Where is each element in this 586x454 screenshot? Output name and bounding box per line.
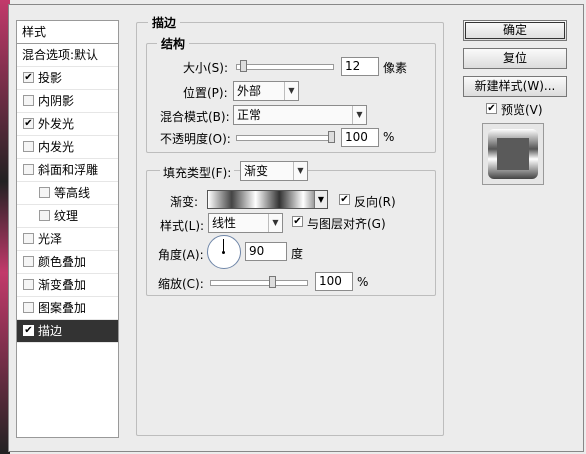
new-style-button[interactable]: 新建样式(W)...: [463, 76, 567, 97]
opacity-input[interactable]: 100: [341, 128, 379, 147]
fill-type-label: 填充类型(F):: [160, 164, 235, 181]
style-item-label: 等高线: [54, 186, 91, 200]
preview-label[interactable]: 预览(V): [501, 101, 543, 118]
style-item-checkbox[interactable]: [23, 302, 34, 313]
chevron-down-icon: ▼: [268, 214, 282, 232]
style-preview-thumbnail: [482, 123, 544, 185]
styles-list-header[interactable]: 样式: [17, 21, 118, 44]
preview-fill-shape: [497, 138, 529, 170]
style-label: 样式(L):: [160, 219, 205, 233]
blend-mode-select[interactable]: 正常 ▼: [233, 105, 367, 125]
opacity-slider[interactable]: [236, 131, 335, 143]
style-item-label: 内阴影: [38, 94, 75, 108]
size-unit: 像素: [383, 61, 408, 75]
angle-label: 角度(A):: [158, 248, 204, 262]
style-item-checkbox[interactable]: [23, 141, 34, 152]
style-item-checkbox[interactable]: ✔: [23, 325, 34, 336]
blend-mode-select-value: 正常: [237, 108, 262, 122]
gradient-label: 渐变:: [170, 195, 199, 209]
style-item[interactable]: 内阴影: [17, 90, 118, 113]
style-item-checkbox[interactable]: [39, 210, 50, 221]
style-item[interactable]: ✔ 描边: [17, 320, 118, 343]
style-item-checkbox[interactable]: [23, 233, 34, 244]
style-item[interactable]: 纹理: [17, 205, 118, 228]
style-item-label: 斜面和浮雕: [38, 163, 99, 177]
style-item[interactable]: ✔ 投影: [17, 67, 118, 90]
opacity-unit: %: [383, 130, 395, 144]
structure-title: 结构: [157, 35, 190, 52]
style-select[interactable]: 线性 ▼: [208, 213, 283, 233]
style-item-label: 光泽: [38, 232, 63, 246]
style-item[interactable]: 光泽: [17, 228, 118, 251]
style-item-checkbox[interactable]: [23, 95, 34, 106]
angle-dial[interactable]: [207, 235, 241, 269]
reverse-checkbox[interactable]: ✔: [339, 194, 350, 205]
style-item-label: 描边: [38, 324, 63, 338]
size-input[interactable]: 12: [341, 57, 379, 76]
scale-input[interactable]: 100: [315, 272, 353, 291]
style-item[interactable]: 斜面和浮雕: [17, 159, 118, 182]
gradient-picker[interactable]: ▼: [207, 190, 328, 209]
style-item[interactable]: 内发光: [17, 136, 118, 159]
style-item-label: 渐变叠加: [38, 278, 87, 292]
style-item-label: 颜色叠加: [38, 255, 87, 269]
angle-input[interactable]: 90: [245, 242, 287, 261]
ok-button[interactable]: 确定: [463, 20, 567, 41]
position-label: 位置(P):: [183, 86, 228, 100]
fill-type-select-value: 渐变: [244, 164, 269, 178]
chevron-down-icon: ▼: [352, 106, 366, 124]
angle-dial-center: [222, 251, 225, 254]
chevron-down-icon: ▼: [293, 162, 307, 180]
style-item-checkbox[interactable]: [23, 164, 34, 175]
style-item-checkbox[interactable]: ✔: [23, 118, 34, 129]
style-item-label: 外发光: [38, 117, 75, 131]
opacity-label: 不透明度(O):: [160, 132, 231, 146]
style-item-checkbox[interactable]: [39, 187, 50, 198]
angle-unit: 度: [291, 247, 304, 261]
style-item[interactable]: 图案叠加: [17, 297, 118, 320]
size-slider[interactable]: [236, 60, 334, 72]
chevron-down-icon[interactable]: ▼: [314, 191, 327, 208]
stroke-title: 描边: [148, 14, 181, 31]
style-item[interactable]: 颜色叠加: [17, 251, 118, 274]
align-with-layer-checkbox[interactable]: ✔: [292, 216, 303, 227]
style-item-checkbox[interactable]: [23, 279, 34, 290]
style-item-checkbox[interactable]: ✔: [23, 72, 34, 83]
blend-mode-label: 混合模式(B):: [160, 110, 230, 124]
style-item-checkbox[interactable]: [23, 256, 34, 267]
chevron-down-icon: ▼: [284, 82, 298, 100]
layer-style-dialog: 样式 混合选项:默认 ✔ 投影 内阴影 ✔ 外发光 内发光 斜面和浮雕 等高线 纹理 光泽 颜色叠加渐…: [0, 0, 586, 454]
style-item-label: 投影: [38, 71, 63, 85]
style-item-label: 内发光: [38, 140, 75, 154]
scale-label: 缩放(C):: [158, 277, 204, 291]
scale-unit: %: [357, 275, 369, 289]
style-select-value: 线性: [212, 216, 237, 230]
scale-slider[interactable]: [210, 276, 308, 288]
styles-list: 样式 混合选项:默认 ✔ 投影内阴影 ✔ 外发光内发光斜面和浮雕等高线纹理光泽颜色叠加渐…: [16, 20, 119, 438]
align-with-layer-label[interactable]: 与图层对齐(G): [307, 215, 386, 232]
style-item[interactable]: 混合选项:默认: [17, 44, 118, 67]
style-item-label: 混合选项:默认: [22, 48, 99, 62]
position-select[interactable]: 外部 ▼: [233, 81, 299, 101]
opacity-slider-thumb[interactable]: [328, 131, 335, 143]
style-item[interactable]: 等高线: [17, 182, 118, 205]
reverse-label[interactable]: 反向(R): [354, 193, 396, 210]
style-item-label: 纹理: [54, 209, 79, 223]
style-item-label: 图案叠加: [38, 301, 87, 315]
fill-type-select[interactable]: 渐变 ▼: [240, 161, 308, 181]
size-label: 大小(S):: [183, 61, 229, 75]
position-select-value: 外部: [237, 84, 262, 98]
reset-button[interactable]: 复位: [463, 48, 567, 69]
preview-checkbox[interactable]: ✔: [486, 103, 497, 114]
size-slider-thumb[interactable]: [240, 60, 247, 72]
style-item[interactable]: ✔ 外发光: [17, 113, 118, 136]
style-item[interactable]: 渐变叠加: [17, 274, 118, 297]
scale-slider-thumb[interactable]: [269, 276, 276, 288]
preview-stroke-shape: [488, 129, 538, 179]
